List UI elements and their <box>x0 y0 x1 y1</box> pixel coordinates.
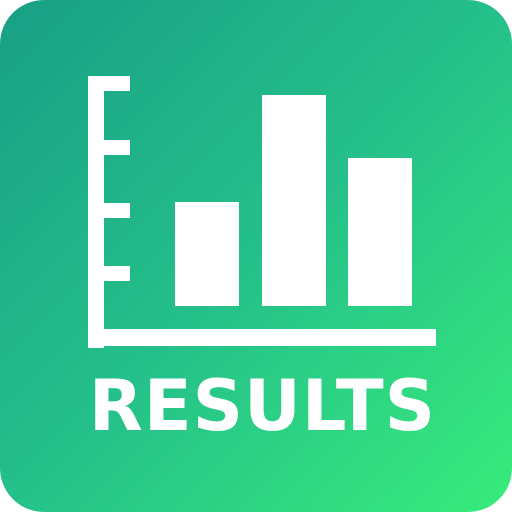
app-icon[interactable]: RESULTS <box>0 0 512 512</box>
y-axis-tick <box>88 203 130 218</box>
y-axis-tick <box>88 266 130 281</box>
y-axis-tick <box>88 140 130 155</box>
chart-bar <box>262 95 326 306</box>
chart-bar <box>348 158 412 306</box>
chart-bar <box>175 202 239 306</box>
y-axis-tick <box>88 76 130 91</box>
icon-label: RESULTS <box>88 365 437 447</box>
x-axis <box>88 329 436 346</box>
